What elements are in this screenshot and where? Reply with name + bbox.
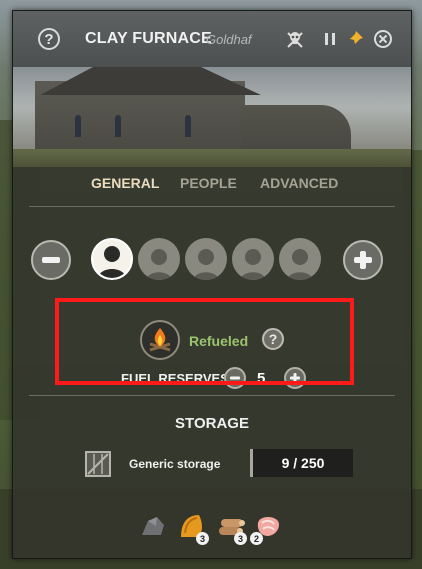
tab-people[interactable]: PEOPLE (180, 175, 237, 191)
building-preview-image (13, 67, 411, 167)
crate-icon (85, 451, 111, 477)
worker-slot-filled[interactable] (91, 238, 133, 280)
worker-slot-empty[interactable] (232, 238, 274, 280)
skull-icon[interactable] (283, 27, 307, 51)
add-worker-button[interactable] (343, 240, 383, 280)
storage-heading: STORAGE (175, 415, 249, 432)
worker-slot-empty[interactable] (279, 238, 321, 280)
meat-icon[interactable]: 2 (250, 511, 283, 545)
tab-advanced[interactable]: ADVANCED (260, 175, 338, 191)
building-panel: ? CLAY FURNACE Goldhaf GENERAL PEOPLE AD… (12, 10, 412, 559)
window (185, 115, 191, 137)
close-icon[interactable] (371, 27, 395, 51)
worker-slot-empty[interactable] (185, 238, 227, 280)
tab-bar: GENERAL PEOPLE ADVANCED (13, 171, 411, 197)
remove-worker-button[interactable] (31, 240, 71, 280)
worker-assignment (13, 233, 411, 285)
stone-icon[interactable] (139, 511, 169, 541)
pause-icon[interactable] (318, 27, 342, 51)
resource-count: 3 (196, 532, 209, 545)
pin-icon[interactable] (343, 27, 367, 51)
divider (29, 395, 395, 396)
building-title: CLAY FURNACE (85, 30, 212, 47)
storage-capacity-bar: 9 / 250 (250, 449, 353, 477)
window (115, 115, 121, 137)
resource-count: 2 (250, 532, 263, 545)
question-icon[interactable]: ? (38, 28, 60, 50)
window (75, 115, 81, 137)
divider (29, 206, 395, 207)
clay-icon[interactable]: 3 (177, 511, 209, 545)
highlight-box (55, 298, 354, 385)
grass-strip (13, 149, 411, 167)
resource-count: 3 (234, 532, 247, 545)
title-bar: ? CLAY FURNACE Goldhaf (13, 11, 411, 68)
settlement-name: Goldhaf (206, 32, 252, 47)
logs-icon[interactable]: 3 (215, 511, 247, 545)
storage-label: Generic storage (129, 457, 221, 471)
worker-slot-empty[interactable] (138, 238, 180, 280)
tab-general[interactable]: GENERAL (91, 175, 159, 191)
storage-capacity-value: 9 / 250 (281, 455, 325, 471)
